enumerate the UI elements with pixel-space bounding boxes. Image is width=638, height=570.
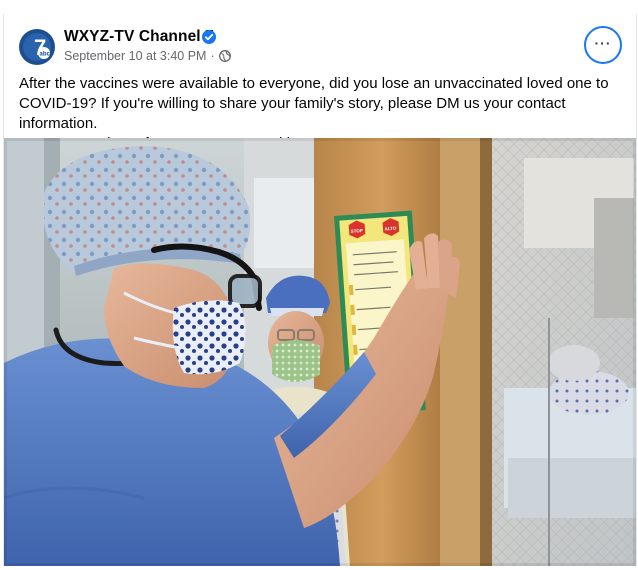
page-avatar[interactable]: 7 abc	[19, 29, 55, 65]
sign-stop-right: ALTO	[384, 226, 397, 232]
globe-icon	[218, 50, 231, 62]
more-options-button[interactable]: ···	[584, 26, 622, 64]
avatar-network-mark: abc	[40, 52, 51, 58]
post-card: 7 abc WXYZ-TV Channel 7 September 10 at …	[3, 14, 637, 566]
verified-badge-icon	[202, 30, 216, 44]
page-name-link[interactable]: WXYZ-TV Channel 7	[64, 28, 214, 46]
more-options-icon: ···	[594, 35, 612, 51]
sign-stop-left: STOP	[350, 228, 362, 234]
meta-separator: ·	[210, 49, 215, 63]
post-text-line: COVID-19? If you're willing to share you…	[19, 95, 566, 132]
post-text-line: After the vaccines were available to eve…	[19, 75, 609, 92]
post-meta: September 10 at 3:40 PM ·	[64, 49, 231, 63]
post-header: 7 abc WXYZ-TV Channel 7 September 10 at …	[4, 14, 636, 72]
post-photo[interactable]: STOP ALTO	[4, 138, 636, 566]
post-timestamp[interactable]: September 10 at 3:40 PM	[64, 49, 206, 63]
